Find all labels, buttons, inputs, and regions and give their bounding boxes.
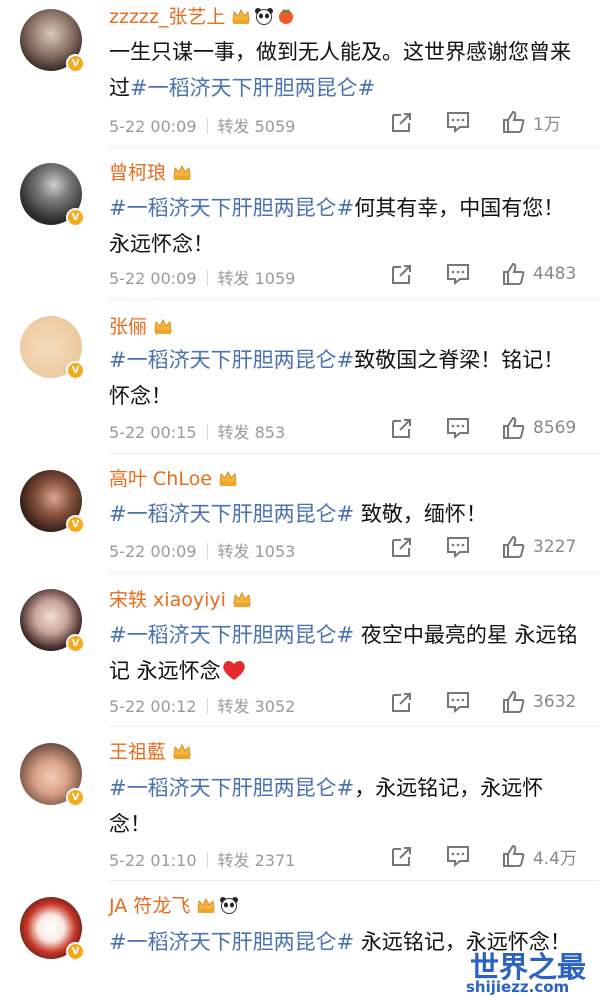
crown-icon: [154, 318, 172, 334]
post-meta: 5-22 00:12 转发 3052: [109, 697, 296, 716]
thumbs-up-icon[interactable]: [501, 843, 527, 869]
hashtag-link[interactable]: #一稻济天下肝胆两昆仑#: [109, 196, 354, 220]
hashtag-link[interactable]: #一稻济天下肝胆两昆仑#: [109, 623, 354, 647]
post-meta: 5-22 01:10 转发 2371: [109, 851, 296, 870]
verified-badge-icon: V: [66, 515, 85, 534]
action-bar: 8569: [359, 415, 577, 441]
username[interactable]: 张俪: [109, 312, 173, 339]
hashtag-link[interactable]: #一稻济天下肝胆两昆仑#: [109, 930, 354, 954]
hashtag-link[interactable]: #一稻济天下肝胆两昆仑#: [109, 502, 354, 526]
crown-icon: [232, 8, 250, 24]
persimmon-icon: [279, 9, 294, 24]
hashtag-link[interactable]: #一稻济天下肝胆两昆仑#: [109, 348, 354, 372]
post-text: 一生只谋一事，做到无人能及。这世界感谢您曾来过#一稻济天下肝胆两昆仑#: [109, 40, 571, 100]
share-icon[interactable]: [389, 843, 415, 869]
panda-icon: [220, 897, 239, 914]
like-count: 4483: [533, 264, 577, 284]
action-bar: 4483: [359, 261, 577, 287]
crown-icon: [173, 743, 191, 759]
username[interactable]: zzzzz_张艺上: [109, 2, 295, 29]
divider: [108, 726, 599, 727]
like-count: 8569: [533, 418, 577, 438]
like-count: 4.4万: [532, 848, 577, 869]
verified-badge-icon: V: [66, 54, 85, 73]
like-count: 3632: [533, 692, 577, 712]
hashtag-link[interactable]: #一稻济天下肝胆两昆仑#: [109, 776, 354, 800]
share-icon[interactable]: [389, 534, 415, 560]
action-bar: 3227: [359, 534, 577, 560]
crown-icon: [173, 164, 191, 180]
action-bar: 3632: [359, 689, 577, 715]
thumbs-up-icon[interactable]: [501, 534, 527, 560]
post-meta: 5-22 00:09 转发 1059: [109, 269, 296, 288]
share-icon[interactable]: [389, 109, 415, 135]
heart-icon: [222, 661, 245, 680]
panda-icon: [255, 8, 274, 25]
comment-icon[interactable]: [445, 109, 471, 135]
divider: [108, 453, 599, 454]
comment-icon[interactable]: [445, 534, 471, 560]
comment-icon[interactable]: [445, 415, 471, 441]
divider: [108, 880, 599, 881]
username[interactable]: JA 符龙飞: [109, 891, 239, 918]
post-text: #一稻济天下肝胆两昆仑# 致敬，缅怀！: [109, 502, 487, 526]
post-text: #一稻济天下肝胆两昆仑#致敬国之脊梁！铭记！怀念！: [109, 348, 565, 408]
like-count: 1万: [533, 114, 561, 135]
verified-badge-icon: V: [66, 634, 85, 653]
thumbs-up-icon[interactable]: [501, 415, 527, 441]
share-icon[interactable]: [389, 689, 415, 715]
comment-icon[interactable]: [445, 843, 471, 869]
thumbs-up-icon[interactable]: [501, 261, 527, 287]
action-bar: 4.4万: [359, 843, 577, 869]
verified-badge-icon: V: [66, 361, 85, 380]
crown-icon: [219, 470, 237, 486]
post-meta: 5-22 00:15 转发 853: [109, 423, 286, 442]
crown-icon: [197, 897, 215, 913]
username[interactable]: 王祖藍: [109, 737, 192, 764]
post-meta: 5-22 00:09 转发 5059: [109, 117, 296, 136]
divider: [108, 299, 599, 300]
username[interactable]: 高叶 ChLoe: [109, 464, 238, 491]
post-meta: 5-22 00:09 转发 1053: [109, 542, 296, 561]
share-icon[interactable]: [389, 261, 415, 287]
comment-icon[interactable]: [445, 261, 471, 287]
action-bar: 1万: [359, 109, 577, 135]
divider: [108, 572, 599, 573]
verified-badge-icon: V: [66, 788, 85, 807]
verified-badge-icon: V: [66, 208, 85, 227]
watermark-url: shijiezz.com: [466, 978, 570, 996]
post-text: #一稻济天下肝胆两昆仑#，永远铭记，永远怀念！: [109, 776, 544, 836]
thumbs-up-icon[interactable]: [501, 689, 527, 715]
username[interactable]: 宋轶 xiaoyiyi: [109, 585, 252, 612]
crown-icon: [233, 591, 251, 607]
thumbs-up-icon[interactable]: [501, 109, 527, 135]
share-icon[interactable]: [389, 415, 415, 441]
divider: [108, 147, 599, 148]
post-text: #一稻济天下肝胆两昆仑#何其有幸，中国有您！永远怀念！: [109, 196, 565, 256]
like-count: 3227: [533, 537, 577, 557]
verified-badge-icon: V: [66, 942, 85, 961]
username[interactable]: 曾柯琅: [109, 158, 192, 185]
hashtag-link[interactable]: #一稻济天下肝胆两昆仑#: [130, 76, 375, 100]
comment-icon[interactable]: [445, 689, 471, 715]
post-text: #一稻济天下肝胆两昆仑# 夜空中最亮的星 永远铭记 永远怀念: [109, 623, 578, 683]
